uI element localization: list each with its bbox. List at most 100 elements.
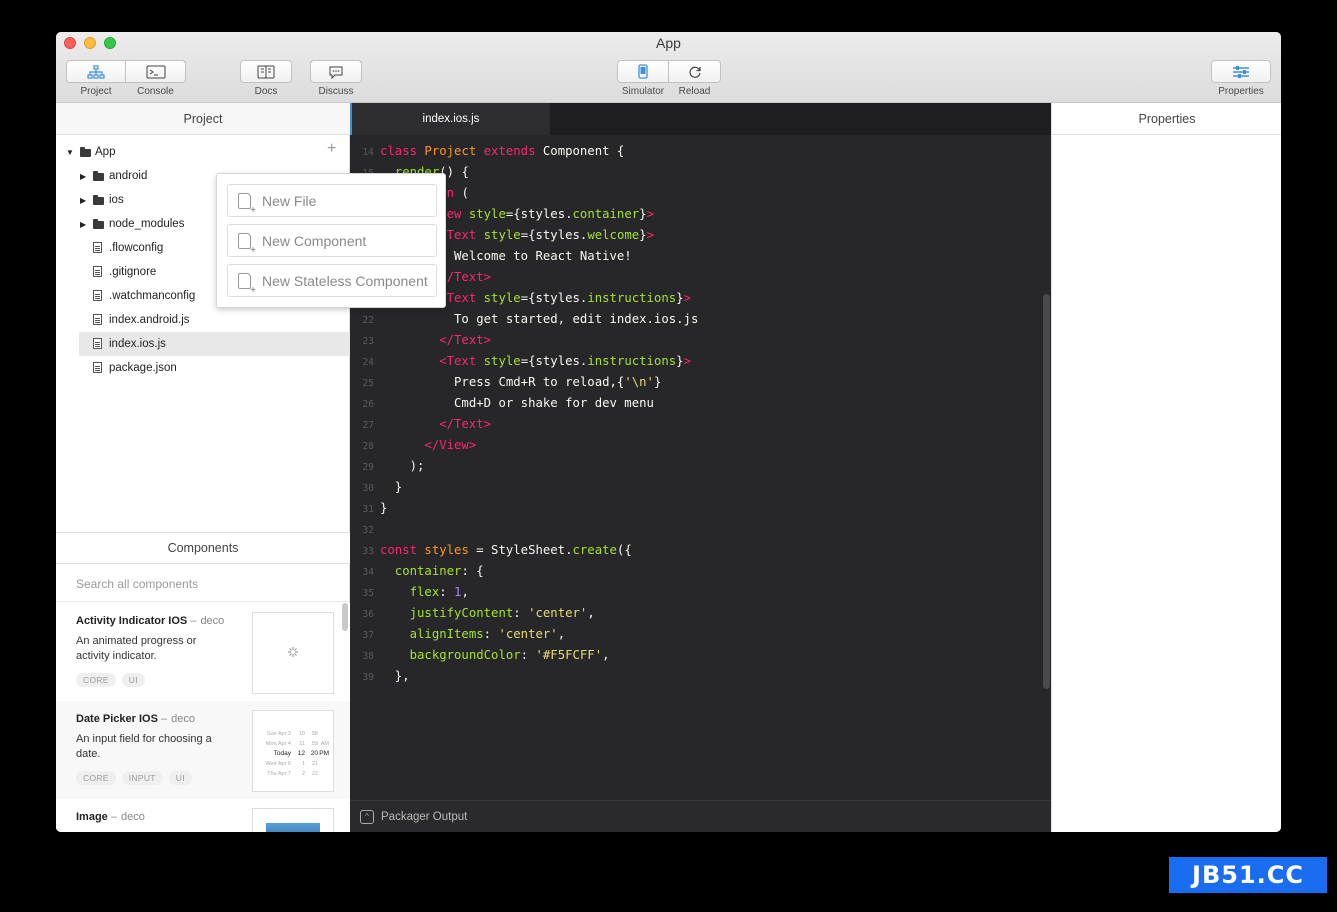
file-icon xyxy=(93,314,102,325)
chevron-right-icon: ▶ xyxy=(80,195,87,205)
file-icon xyxy=(93,290,102,301)
discuss-label: Discuss xyxy=(318,86,354,97)
component-card-activity-indicator[interactable]: Activity Indicator IOS – deco An animated… xyxy=(56,603,350,701)
chevron-up-icon: ^ xyxy=(360,810,374,824)
properties-panel-header: Properties xyxy=(1052,103,1281,135)
folder-icon xyxy=(93,219,104,229)
code-line: 29 ); xyxy=(362,459,425,473)
tree-item-label: .watchmanconfig xyxy=(109,290,196,302)
tree-item-label: .flowconfig xyxy=(109,242,164,254)
code-line: 21 <Text style={styles.instructions}> xyxy=(363,291,691,305)
tag-badge: UI xyxy=(168,771,192,785)
component-card-image[interactable]: Image – deco xyxy=(56,799,350,832)
component-card-date-picker[interactable]: Date Picker IOS – deco An input field for… xyxy=(56,701,350,799)
editor-scrollbar[interactable] xyxy=(1043,294,1050,689)
project-toolbar-button[interactable] xyxy=(66,60,126,83)
components-panel-header: Components xyxy=(56,532,350,564)
app-window: App Project Console Docs Discuss Simulat… xyxy=(56,32,1281,832)
chevron-right-icon: ▶ xyxy=(80,219,87,229)
code-line: 36 justifyContent: 'center', xyxy=(362,606,595,620)
image-thumbnail xyxy=(266,823,320,832)
code-area[interactable]: 14class Project extends Component { 15 r… xyxy=(350,135,1042,800)
tree-item-label: index.android.js xyxy=(109,314,190,326)
chevron-right-icon: ▶ xyxy=(80,171,87,181)
code-line: 20 </Text> xyxy=(363,270,492,284)
date-row: Thu Apr 7 2 22 xyxy=(267,771,318,777)
code-line: 27 </Text> xyxy=(362,417,492,431)
new-component-menu-item[interactable]: New Component xyxy=(227,224,437,257)
components-scrollbar[interactable] xyxy=(342,603,348,631)
packager-output-toggle[interactable]: ^ Packager Output xyxy=(350,800,1051,832)
reload-label: Reload xyxy=(678,86,711,97)
file-icon xyxy=(93,338,102,349)
code-line: 23 </Text> xyxy=(362,333,492,347)
code-line: 16 return ( xyxy=(363,186,469,200)
console-label: Console xyxy=(137,86,174,97)
chat-bubble-icon xyxy=(329,66,343,79)
date-wheel: Sun Apr 3 10 58 Mon Apr 4 11 59 AM Today 12 20 P… xyxy=(257,729,331,779)
tree-item-app[interactable]: ▼ App xyxy=(56,140,350,164)
tree-item-label: ios xyxy=(109,194,124,206)
phone-icon xyxy=(638,64,648,79)
tab-index-ios[interactable]: index.ios.js xyxy=(350,103,550,135)
new-item-menu: New File New Component New Stateless Com… xyxy=(216,173,446,308)
editor-tab-bar: index.ios.js xyxy=(350,103,1051,135)
docs-label: Docs xyxy=(254,86,278,97)
component-tags: CORE INPUT UI xyxy=(76,771,192,785)
properties-label: Properties xyxy=(1218,86,1264,97)
spinner-icon xyxy=(288,647,298,657)
tree-item-label: index.ios.js xyxy=(109,338,166,350)
date-row: Mon Apr 4 11 59 AM xyxy=(265,741,329,747)
discuss-toolbar-button[interactable] xyxy=(310,60,362,83)
tag-badge: INPUT xyxy=(121,771,163,785)
terminal-icon xyxy=(146,65,165,78)
date-row: Wed Apr 6 1 21 xyxy=(265,761,318,767)
simulator-toolbar-button[interactable] xyxy=(617,60,669,83)
component-title: Image – deco xyxy=(76,811,145,823)
code-line: 22 To get started, edit index.ios.js xyxy=(362,312,699,326)
code-editor[interactable]: index.ios.js 14 class Project extends Com… xyxy=(350,103,1051,832)
docs-toolbar-button[interactable] xyxy=(240,60,292,83)
tree-item-label: .gitignore xyxy=(109,266,157,278)
code-line: 34 container: { xyxy=(362,564,484,578)
tree-item-label: App xyxy=(95,146,116,158)
code-line: 30 } xyxy=(362,480,403,494)
component-search-input[interactable]: Search all components xyxy=(56,564,350,602)
folder-icon xyxy=(93,171,104,181)
window-title: App xyxy=(656,35,681,51)
simulator-label: Simulator xyxy=(621,86,665,97)
tree-item-label: package.json xyxy=(109,362,177,374)
component-description: An input field for choosing a date. xyxy=(76,733,212,760)
code-line: 28 </View> xyxy=(362,438,477,452)
tree-item-index-ios[interactable]: index.ios.js xyxy=(79,332,350,356)
file-icon xyxy=(93,362,102,373)
console-toolbar-button[interactable] xyxy=(125,60,186,83)
reload-toolbar-button[interactable] xyxy=(668,60,721,83)
folder-icon xyxy=(93,195,104,205)
file-icon xyxy=(93,266,102,277)
code-line: 17 <View style={styles.container}> xyxy=(363,207,654,221)
reload-icon xyxy=(689,66,701,78)
project-tree-icon xyxy=(87,64,105,79)
tree-item-package-json[interactable]: package.json xyxy=(56,356,350,380)
new-file-menu-item[interactable]: New File xyxy=(227,184,437,217)
project-label: Project xyxy=(80,86,112,97)
tree-item-index-android[interactable]: index.android.js xyxy=(56,308,350,332)
component-title: Date Picker IOS – deco xyxy=(76,713,195,725)
code-line: 18 <Text style={styles.welcome}> xyxy=(363,228,654,242)
properties-panel: Properties xyxy=(1051,103,1281,832)
code-line: 15 render() { xyxy=(363,165,469,179)
component-tags: CORE UI xyxy=(76,673,145,687)
code-line: 35 flex: 1, xyxy=(362,585,469,599)
code-line: 25 Press Cmd+R to reload,{'\n'} xyxy=(362,375,662,389)
chevron-down-icon: ▼ xyxy=(66,147,74,157)
date-row: Sun Apr 3 10 58 xyxy=(266,731,318,737)
code-line: 24 <Text style={styles.instructions}> xyxy=(362,354,691,368)
properties-toolbar-button[interactable] xyxy=(1211,60,1271,83)
project-panel-header: Project xyxy=(56,103,350,135)
code-line: 39 }, xyxy=(362,669,410,683)
new-stateless-component-menu-item[interactable]: New Stateless Component xyxy=(227,264,437,297)
code-line: 14 class Project extends Component { xyxy=(362,144,625,158)
file-icon xyxy=(93,242,102,253)
watermark: JB51.CC xyxy=(1169,857,1327,893)
